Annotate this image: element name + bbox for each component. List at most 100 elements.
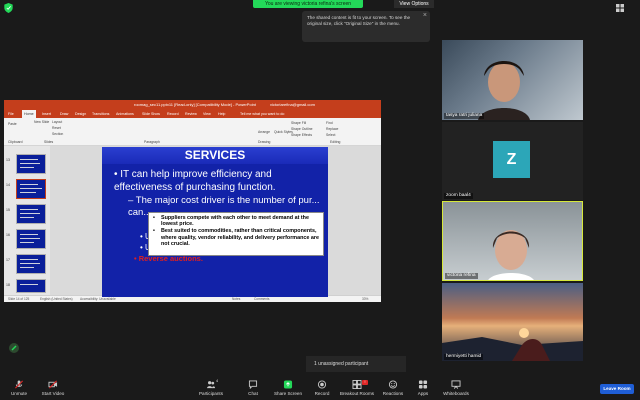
drawing-group-label: Drawing [258,140,271,144]
microphone-muted-icon [15,380,23,389]
leave-room-button[interactable]: Leave Room [600,384,634,394]
clipboard-group-label: Clipboard [8,140,23,144]
menu-slide-show[interactable]: Slide Show [142,110,160,118]
shield-icon[interactable] [4,3,13,13]
video-camera-icon [48,380,58,389]
participant-video [478,61,530,120]
menu-insert[interactable]: Insert [42,110,51,118]
slide-title: SERVICES [184,148,246,162]
slide-callout-box: • Suppliers compete with each other to me… [148,212,324,256]
record-icon [317,380,327,389]
thumb-number: 18 [6,283,10,287]
whiteboards-label: Whiteboards [443,391,469,396]
zoom-level[interactable]: 33% [362,296,368,302]
new-slide-button[interactable]: New Slide [34,120,49,124]
section-button[interactable]: Section [52,132,63,136]
chat-label: Chat [248,391,258,396]
shape-effects-button[interactable]: Shape Effects [291,133,312,137]
participant-name: victoria refina [445,273,478,279]
menu-home[interactable]: Home [22,110,36,118]
unmute-label: Unmute [10,391,28,396]
thumb-number: 16 [6,233,10,237]
record-label: Record [314,391,330,396]
close-icon[interactable]: × [423,12,427,19]
language-status[interactable]: English (United States) [40,296,73,302]
record-button[interactable]: Record [312,380,332,396]
slide-thumbnail[interactable] [16,279,46,293]
apps-button[interactable]: Apps [414,380,432,396]
slide-thumbnail[interactable] [16,229,46,249]
zoom-window: You are viewing victoria refina's screen… [0,0,640,400]
menu-design[interactable]: Design [75,110,86,118]
participant-name: tasya ratri juliana [444,113,485,119]
thumb-number: 15 [6,208,10,212]
start-video-button[interactable]: Start Video [40,380,66,396]
whiteboard-icon [451,380,461,389]
whiteboards-button[interactable]: Whiteboards [441,380,471,396]
apps-icon [418,380,428,389]
menu-file[interactable]: File [8,110,14,118]
shape-outline-button[interactable]: Shape Outline [291,127,313,131]
reactions-label: Reactions [382,391,404,396]
arrange-button[interactable]: Arrange [258,130,270,134]
menu-draw[interactable]: Draw [60,110,68,118]
menu-view[interactable]: View [203,110,211,118]
participant-video [488,230,534,280]
toast-text: The shared content is fit to your screen… [307,15,411,26]
slide-count: Slide 14 of 125 [8,297,30,301]
chat-icon [248,380,258,389]
callout-item-1: Suppliers compete with each other to mee… [161,215,309,228]
paste-button[interactable]: Paste [8,122,17,126]
participant-tile-active-speaker[interactable]: victoria refina [442,201,583,281]
unmute-button[interactable]: Unmute [8,380,30,396]
participant-name: hermiyetti hamid [444,354,484,360]
reactions-button[interactable]: Reactions [381,380,405,396]
thumb-number: 17 [6,258,10,262]
unassigned-participant-notice[interactable]: 1 unassigned participant [306,356,406,372]
ppt-menu-bar: File Home Insert Draw Design Transitions… [4,110,381,118]
chat-button[interactable]: Chat [244,380,262,396]
menu-help[interactable]: Help [218,110,225,118]
apps-label: Apps [417,391,429,396]
breakout-rooms-label: Breakout Rooms [339,391,375,396]
ppt-ribbon: Paste New Slide Layout Reset Section Cli… [4,118,381,146]
layout-button[interactable]: Layout [52,120,62,124]
reactions-icon [388,380,398,389]
share-screen-label: Share Screen [273,391,303,396]
editing-group-label: Editing [330,140,341,144]
tell-me-search[interactable]: Tell me what you want to do [240,110,284,118]
breakout-badge: ! [362,380,368,385]
annotate-pencil-icon[interactable] [9,343,19,353]
replace-button[interactable]: Replace [326,127,338,131]
view-options-button[interactable]: View Options [394,0,434,8]
find-button[interactable]: Find [326,121,333,125]
breakout-rooms-button[interactable]: Breakout Rooms [339,380,375,396]
menu-animations[interactable]: Animations [116,110,134,118]
menu-review[interactable]: Review [185,110,197,118]
slide-thumbnails-pane: 13 14 15 16 17 18 [4,146,50,295]
slide-thumbnail[interactable] [16,154,46,174]
participants-button[interactable]: Participants [197,380,225,396]
menu-record[interactable]: Record [167,110,179,118]
participant-tile[interactable]: hermiyetti hamid [442,283,583,361]
menu-transitions[interactable]: Transitions [92,110,109,118]
shape-fill-button[interactable]: Shape Fill [291,121,306,125]
thumb-number: 14 [6,183,10,187]
participant-name: zoom baal4 [444,193,473,199]
slide-thumbnail[interactable] [16,254,46,274]
gallery-view-icon[interactable] [616,4,624,12]
share-screen-icon [283,380,293,389]
participants-icon [206,381,216,389]
participants-count: 4 [216,379,219,383]
reset-button[interactable]: Reset [52,126,61,130]
participant-tile[interactable]: tasya ratri juliana [442,40,583,120]
start-video-label: Start Video [41,391,65,396]
sharing-banner: You are viewing victoria refina's screen [253,0,363,8]
slide-thumbnail-selected[interactable] [16,179,46,199]
select-button[interactable]: Select [326,133,335,137]
avatar: Z [493,141,530,178]
slide-thumbnail[interactable] [16,204,46,224]
participants-label: Participants [198,391,223,396]
share-screen-button[interactable]: Share Screen [273,380,303,396]
fit-screen-toast: The shared content is fit to your screen… [302,11,430,42]
